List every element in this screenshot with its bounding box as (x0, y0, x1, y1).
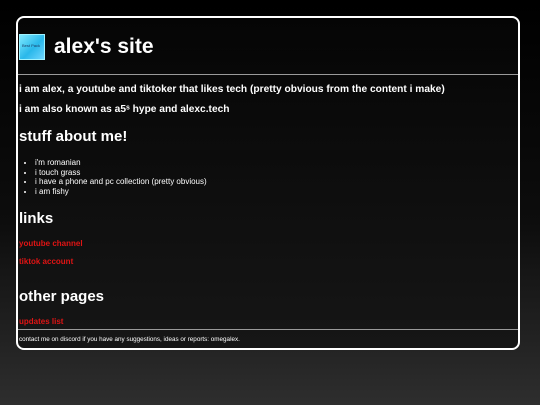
site-footer: contact me on discord if you have any su… (18, 329, 518, 348)
other-pages-heading: other pages (19, 288, 105, 305)
footer-contact-text: contact me on discord if you have any su… (19, 336, 240, 343)
list-item: i am fishy (35, 187, 207, 197)
links-heading: links (19, 210, 54, 227)
site-logo: Best Pack (19, 34, 45, 60)
site-header: Best Pack alex's site (18, 18, 518, 75)
list-item: i'm romanian (35, 158, 207, 168)
site-frame: Best Pack alex's site i am alex, a youtu… (16, 16, 520, 350)
updates-list-link[interactable]: updates list (19, 317, 63, 327)
intro-line-2: i am also known as a5ˢ hype and alexc.te… (19, 104, 230, 115)
logo-text: Best Pack (22, 43, 41, 48)
list-item: i have a phone and pc collection (pretty… (35, 177, 207, 187)
site-title: alex's site (54, 35, 154, 58)
about-heading: stuff about me! (19, 128, 128, 145)
intro-line-1: i am alex, a youtube and tiktoker that l… (19, 84, 445, 95)
list-item: i touch grass (35, 168, 207, 178)
youtube-channel-link[interactable]: youtube channel (19, 239, 83, 249)
tiktok-account-link[interactable]: tiktok account (19, 257, 73, 267)
about-list: i'm romanian i touch grass i have a phon… (18, 158, 207, 196)
